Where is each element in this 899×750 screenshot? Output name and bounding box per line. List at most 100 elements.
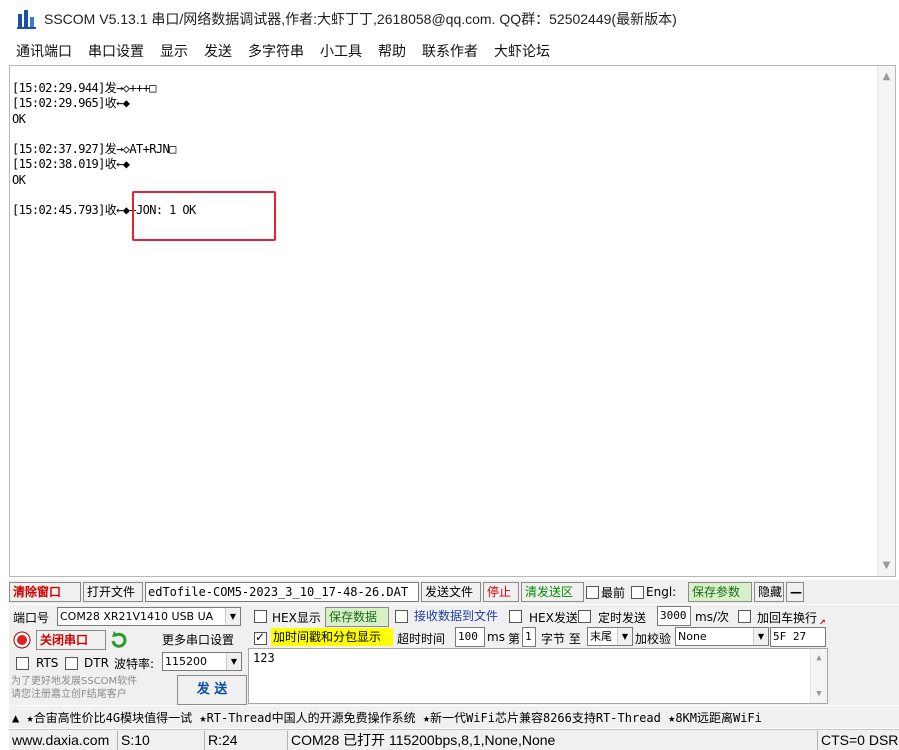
- timeout-input[interactable]: 100: [455, 627, 485, 647]
- timed-send-label: 定时发送: [598, 611, 647, 625]
- send-file-button[interactable]: 发送文件: [421, 582, 481, 602]
- byte-prefix: 第: [508, 632, 521, 646]
- hex-send-label: HEX发送: [529, 611, 577, 625]
- file-path-field[interactable]: edTofile-COM5-2023_3_10_17-48-26.DAT: [145, 582, 419, 602]
- topmost-label: 最前: [601, 585, 626, 600]
- scroll-down-icon[interactable]: ▼: [878, 557, 895, 574]
- news-ticker: ▲ ★合宙高性价比4G模块值得一试 ★RT-Thread中国人的开源免费操作系统…: [9, 706, 899, 728]
- receive-line: [15:02:29.965]收←◆: [12, 96, 130, 111]
- close-port-button[interactable]: 关闭串口: [36, 630, 106, 650]
- baud-select[interactable]: 115200 ▼: [162, 652, 242, 671]
- rts-checkbox[interactable]: [16, 657, 29, 670]
- scroll-up-icon[interactable]: ▲: [811, 653, 827, 663]
- timestamp-checkbox[interactable]: [254, 630, 267, 645]
- port-state: COM28 已打开 115200bps,8,1,None,None: [287, 731, 817, 750]
- receive-line: [15:02:37.927]发→◇AT+RJN□: [12, 142, 176, 157]
- baud-label: 波特率:: [114, 657, 155, 671]
- title-bar: SSCOM V5.13.1 串口/网络数据调试器,作者:大虾丁丁,2618058…: [0, 0, 899, 38]
- receive-line: ​: [12, 127, 196, 142]
- timeout-label: 超时时间: [397, 632, 446, 646]
- receive-area[interactable]: [15:02:29.944]发→◇+++□ [15:02:29.965]收←◆ OK…: [9, 65, 896, 577]
- byte-label: 字节 至: [541, 632, 581, 646]
- file-toolbar: 清除窗口 打开文件 edTofile-COM5-2023_3_10_17-48-…: [9, 580, 899, 604]
- save-params-button[interactable]: 保存参数: [688, 582, 753, 602]
- checksum-select[interactable]: None ▼: [675, 627, 769, 646]
- signal-state: CTS=0 DSR: [817, 731, 899, 750]
- hex-display-label: HEX显示: [272, 611, 321, 625]
- checksum-label: 加校验: [635, 632, 672, 646]
- hex-preview-field: 5F 27: [770, 627, 826, 647]
- hex-display-checkbox[interactable]: [254, 610, 267, 623]
- ticker-text[interactable]: ▲ ★合宙高性价比4G模块值得一试 ★RT-Thread中国人的开源免费操作系统…: [9, 709, 762, 726]
- app-icon: [16, 8, 38, 30]
- menu-comm-port[interactable]: 通讯端口: [16, 41, 72, 61]
- send-textarea[interactable]: 123 ▲ ▼: [248, 648, 828, 704]
- clear-send-button[interactable]: 清发送区: [521, 582, 584, 602]
- interval-unit: ms/次: [695, 610, 729, 624]
- send-scrollbar[interactable]: ▲ ▼: [810, 649, 827, 703]
- sent-count: S:10: [117, 731, 204, 750]
- refresh-icon[interactable]: [109, 630, 129, 650]
- add-crlf-label: 加回车换行: [757, 611, 818, 625]
- more-settings-link[interactable]: 更多串口设置: [162, 631, 234, 648]
- receive-line: OK: [12, 172, 26, 187]
- topmost-checkbox[interactable]: [586, 585, 599, 599]
- receive-line: [15:02:29.944]发→◇+++□: [12, 81, 157, 95]
- scroll-down-icon[interactable]: ▼: [811, 689, 827, 699]
- port-label: 端口号: [13, 611, 50, 625]
- menu-display[interactable]: 显示: [160, 41, 188, 61]
- byte-end-select[interactable]: 末尾 ▼: [587, 627, 633, 646]
- chevron-down-icon: ▼: [617, 628, 632, 645]
- menu-tools[interactable]: 小工具: [320, 41, 362, 61]
- menu-send[interactable]: 发送: [204, 41, 232, 61]
- receive-scrollbar[interactable]: ▲ ▼: [877, 66, 895, 576]
- english-label: Engl:: [646, 585, 677, 599]
- timed-send-checkbox[interactable]: [578, 610, 591, 623]
- open-file-button[interactable]: 打开文件: [83, 582, 143, 602]
- menu-serial-settings[interactable]: 串口设置: [88, 41, 144, 61]
- dtr-checkbox[interactable]: [65, 657, 78, 670]
- hex-send-checkbox[interactable]: [509, 610, 522, 623]
- receive-line: OK: [12, 111, 26, 126]
- port-value: COM28 XR21V1410 USB UA: [60, 610, 214, 623]
- receive-line: [15:02:38.019]收←◆: [12, 157, 130, 172]
- menu-contact-author[interactable]: 联系作者: [422, 41, 478, 61]
- resize-icon[interactable]: ↗: [819, 617, 829, 629]
- byte-end-value: 末尾: [590, 630, 612, 643]
- menu-help[interactable]: 帮助: [378, 41, 406, 61]
- baud-value: 115200: [165, 655, 207, 668]
- recv-to-file-checkbox[interactable]: [395, 610, 408, 623]
- menu-multi-string[interactable]: 多字符串: [248, 41, 304, 61]
- timestamp-label: 加时间戳和分包显示: [271, 628, 393, 646]
- scroll-up-icon[interactable]: ▲: [878, 68, 895, 85]
- highlight-box: [132, 191, 276, 241]
- send-text: 123: [253, 651, 275, 665]
- collapse-button[interactable]: —: [786, 582, 805, 602]
- recv-to-file-label[interactable]: 接收数据到文件: [414, 607, 506, 624]
- received-count: R:24: [204, 731, 287, 750]
- window-title: SSCOM V5.13.1 串口/网络数据调试器,作者:大虾丁丁,2618058…: [44, 11, 677, 27]
- chevron-down-icon: ▼: [753, 628, 768, 645]
- port-select[interactable]: COM28 XR21V1410 USB UA ▼: [57, 607, 241, 626]
- interval-input[interactable]: 3000: [657, 606, 691, 626]
- stop-button[interactable]: 停止: [483, 582, 519, 602]
- rts-label: RTS: [36, 656, 59, 670]
- promo-text[interactable]: 为了更好地发展SSCOM软件 请您注册嘉立创F结尾客户: [11, 675, 169, 705]
- byte-index-input[interactable]: 1: [522, 627, 536, 647]
- hide-button[interactable]: 隐藏: [754, 582, 785, 602]
- chevron-down-icon: ▼: [226, 653, 241, 670]
- send-button[interactable]: 发 送: [177, 675, 247, 705]
- english-checkbox[interactable]: [631, 585, 645, 599]
- chevron-down-icon: ▼: [225, 608, 240, 625]
- status-bar: www.daxia.com S:10 R:24 COM28 已打开 115200…: [9, 729, 899, 750]
- clear-window-button[interactable]: 清除窗口: [9, 582, 81, 602]
- checksum-value: None: [678, 630, 707, 643]
- timeout-unit: ms: [487, 630, 505, 644]
- save-data-button[interactable]: 保存数据: [325, 607, 389, 627]
- port-status-icon: [13, 631, 31, 649]
- add-crlf-checkbox[interactable]: [738, 610, 751, 623]
- menu-forum[interactable]: 大虾论坛: [494, 41, 550, 61]
- dtr-label: DTR: [84, 656, 109, 670]
- website-link[interactable]: www.daxia.com: [9, 731, 117, 750]
- menu-bar: 通讯端口 串口设置 显示 发送 多字符串 小工具 帮助 联系作者 大虾论坛: [0, 38, 899, 64]
